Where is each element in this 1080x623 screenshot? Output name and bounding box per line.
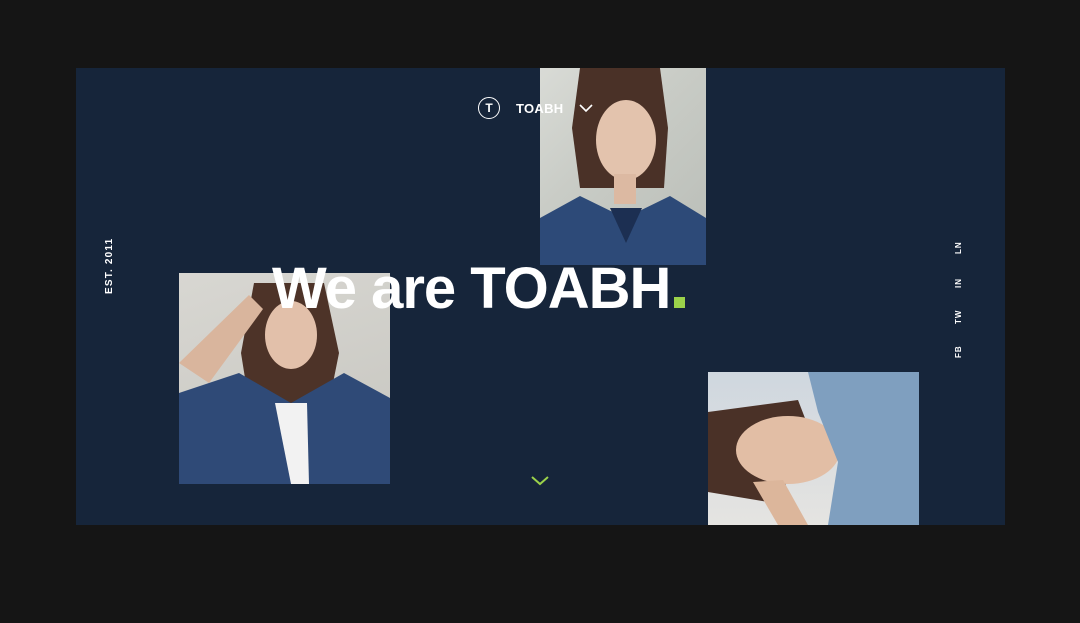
social-link-twitter[interactable]: TW bbox=[954, 310, 963, 324]
social-links: LN IN TW FB bbox=[954, 241, 970, 364]
hero-headline-text: We are TOABH bbox=[272, 256, 671, 321]
brand-bar[interactable]: T TOABH bbox=[478, 96, 594, 120]
scroll-down-chevron-icon[interactable] bbox=[530, 474, 550, 488]
brand-name[interactable]: TOABH bbox=[516, 101, 563, 116]
hero-section: T TOABH We are TOABH EST. 2011 LN IN TW … bbox=[76, 68, 1005, 525]
social-link-linkedin[interactable]: LN bbox=[954, 241, 963, 254]
logo-icon[interactable]: T bbox=[478, 97, 500, 119]
chevron-down-icon[interactable] bbox=[579, 103, 594, 113]
social-link-facebook[interactable]: FB bbox=[954, 345, 963, 358]
established-label: EST. 2011 bbox=[104, 237, 115, 294]
hero-headline: We are TOABH bbox=[272, 260, 686, 318]
model-photo-right bbox=[708, 372, 919, 525]
accent-dot bbox=[674, 297, 686, 308]
social-link-instagram[interactable]: IN bbox=[954, 278, 963, 288]
page: T TOABH We are TOABH EST. 2011 LN IN TW … bbox=[0, 0, 1080, 623]
